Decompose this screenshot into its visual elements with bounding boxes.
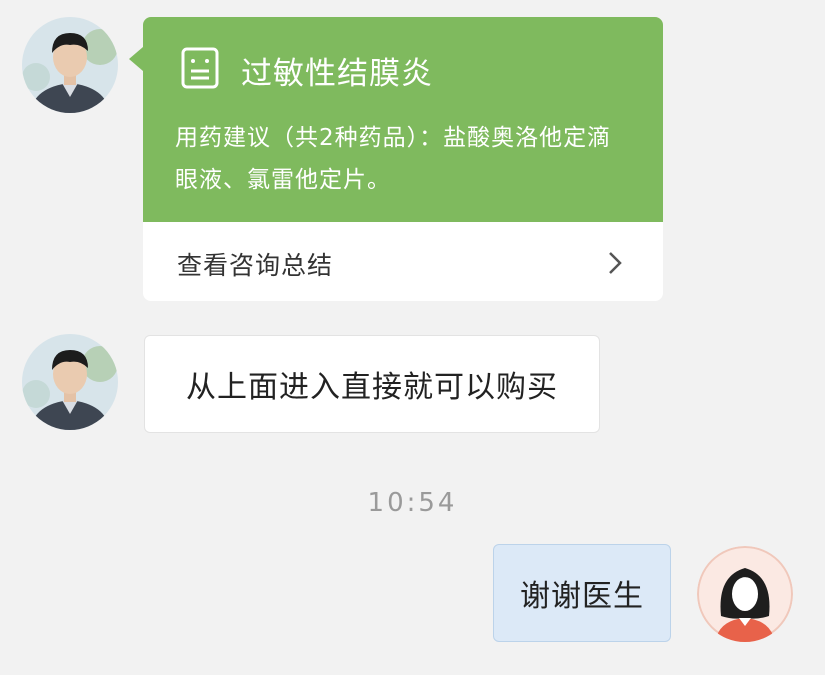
consultation-summary-card[interactable]: 过敏性结膜炎 用药建议（共2种药品）：盐酸奥洛他定滴眼液、氯雷他定片。 查看咨询… [129,17,663,301]
doctor-message-bubble[interactable]: 从上面进入直接就可以购买 [144,335,600,433]
bubble-tail [129,47,143,71]
chevron-right-icon [607,250,623,280]
doctor-avatar[interactable] [22,334,118,430]
user-avatar[interactable] [697,546,793,642]
summary-document-icon [181,47,219,93]
user-message-text: 谢谢医生 [520,579,644,614]
message-timestamp: 10:54 [367,488,458,518]
view-summary-label: 查看咨询总结 [177,251,334,280]
doctor-message-text: 从上面进入直接就可以购买 [186,370,558,405]
medication-suggestion: 用药建议（共2种药品）：盐酸奥洛他定滴眼液、氯雷他定片。 [175,125,612,193]
card-header: 过敏性结膜炎 用药建议（共2种药品）：盐酸奥洛他定滴眼液、氯雷他定片。 [143,17,663,222]
doctor-avatar[interactable] [22,17,118,113]
view-summary-link[interactable]: 查看咨询总结 [143,222,663,301]
diagnosis-title: 过敏性结膜炎 [241,55,433,92]
user-message-bubble[interactable]: 谢谢医生 [493,544,671,642]
